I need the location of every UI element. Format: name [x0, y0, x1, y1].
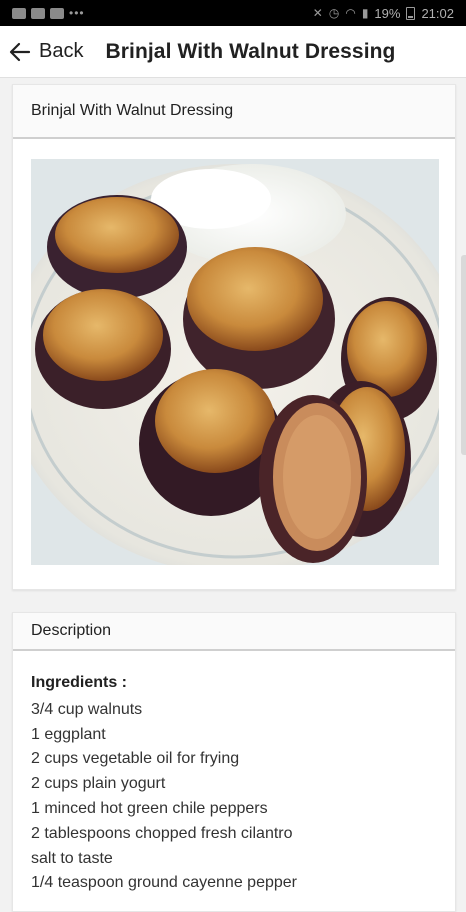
recipe-photo-graphic [31, 159, 439, 565]
description-body: Ingredients : 3/4 cup walnuts 1 eggplant… [13, 651, 455, 896]
arrow-left-icon [9, 42, 31, 61]
back-label: Back [39, 40, 84, 62]
list-item: 2 cups vegetable oil for frying [31, 750, 240, 768]
alarm-icon: ◷ [328, 6, 340, 20]
list-item: 1 eggplant [31, 725, 106, 743]
notification-icons: ••• [12, 6, 85, 20]
list-item: 2 tablespoons chopped fresh cilantro [31, 824, 293, 842]
status-bar: ••• ✕ ◷ ◠ ▮ 19% 21:02 [0, 0, 466, 26]
gallery-icon [12, 7, 26, 19]
app-bar: Back Brinjal With Walnut Dressing [0, 26, 466, 78]
wifi-icon: ◠ [345, 6, 356, 20]
back-button[interactable]: Back [0, 26, 89, 78]
list-item: 1 minced hot green chile peppers [31, 799, 268, 817]
battery-icon [406, 6, 416, 20]
list-item: 3/4 cup walnuts [31, 700, 143, 718]
clock: 21:02 [421, 5, 454, 21]
message-icon [50, 7, 64, 19]
description-heading: Description [13, 613, 455, 651]
list-item: 2 cups plain yogurt [31, 775, 166, 793]
signal-icon: ▮ [361, 6, 369, 20]
mute-icon: ✕ [312, 6, 323, 20]
list-item: salt to taste [31, 849, 113, 867]
recipe-card: Brinjal With Walnut Dressing [12, 84, 456, 590]
recipe-title: Brinjal With Walnut Dressing [13, 85, 455, 139]
battery-percent: 19% [374, 5, 401, 21]
edge-panel-handle[interactable] [461, 255, 466, 455]
page-title: Brinjal With Walnut Dressing [105, 39, 396, 63]
ingredients-heading: Ingredients : [31, 674, 128, 691]
description-card: Description Ingredients : 3/4 cup walnut… [12, 612, 456, 912]
more-notifications-icon: ••• [69, 6, 85, 20]
recipe-image [31, 159, 439, 565]
mail-icon [31, 7, 45, 19]
list-item: 1/4 teaspoon ground cayenne pepper [31, 874, 297, 892]
ingredients-list: 3/4 cup walnuts 1 eggplant 2 cups vegeta… [31, 698, 437, 896]
